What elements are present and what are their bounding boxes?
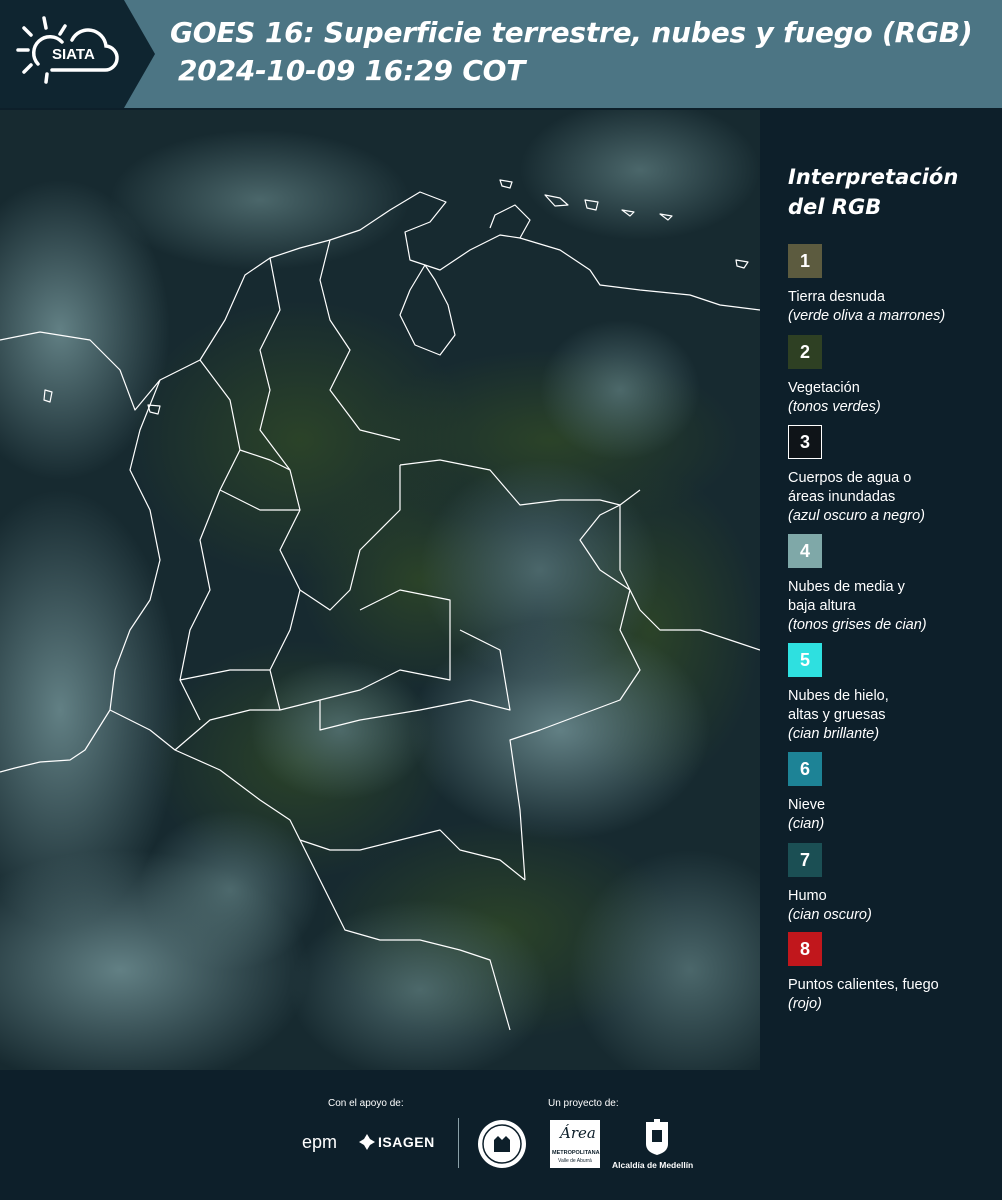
- legend-item-smoke: 7 Humo (cian oscuro): [788, 843, 998, 925]
- title-line-1: GOES 16: Superficie terrestre, nubes y f…: [170, 16, 973, 49]
- legend-label: Cuerpos de agua o áreas inundadas: [788, 470, 912, 505]
- area-logo-text: Área: [560, 1124, 596, 1142]
- legend-note: (tonos verdes): [788, 399, 881, 415]
- legend-item-snow: 6 Nieve (cian): [788, 752, 998, 834]
- legend-item-water: 3 Cuerpos de agua o áreas inundadas (azu…: [788, 425, 998, 526]
- university-seal-icon: [478, 1120, 526, 1168]
- legend-item-ice-clouds: 5 Nubes de hielo, altas y gruesas (cian …: [788, 643, 998, 744]
- medellin-crest-icon: [646, 1119, 668, 1155]
- legend-label: Nubes de hielo, altas y gruesas: [788, 688, 889, 723]
- legend-swatch: 7: [788, 843, 822, 877]
- isagen-logo: ISAGEN: [378, 1134, 435, 1150]
- legend-label: Humo: [788, 888, 827, 904]
- legend-label: Vegetación: [788, 380, 860, 396]
- legend-note: (tonos grises de cian): [788, 617, 927, 633]
- area-logo-sub2: Valle de Aburrá: [558, 1158, 592, 1164]
- header-bar: SIATA GOES 16: Superficie terrestre, nub…: [0, 0, 1002, 108]
- support-caption: Con el apoyo de:: [328, 1098, 404, 1109]
- legend-panel: Interpretación del RGB 1 Tierra desnuda …: [762, 110, 1002, 1070]
- project-caption: Un proyecto de:: [548, 1098, 619, 1109]
- legend-swatch: 2: [788, 335, 822, 369]
- siata-logo: SIATA: [16, 14, 126, 94]
- legend-note: (cian brillante): [788, 726, 880, 742]
- legend-swatch: 5: [788, 643, 822, 677]
- alcaldia-logo-text: Alcaldía de Medellín: [612, 1160, 694, 1170]
- legend-label: Tierra desnuda: [788, 289, 885, 305]
- footer-divider: [458, 1118, 459, 1168]
- satellite-map[interactable]: [0, 110, 760, 1070]
- legend-item-bare-soil: 1 Tierra desnuda (verde oliva a marrones…: [788, 244, 998, 326]
- legend-note: (rojo): [788, 996, 822, 1012]
- legend-note: (cian): [788, 816, 825, 832]
- legend-swatch: 4: [788, 534, 822, 568]
- legend-swatch: 1: [788, 244, 822, 278]
- epm-logo: epm: [302, 1132, 338, 1152]
- legend-label: Nubes de media y baja altura: [788, 579, 905, 614]
- satellite-image: [0, 110, 760, 1070]
- legend-swatch: 3: [788, 425, 822, 459]
- siata-logo-text: SIATA: [52, 46, 95, 63]
- title-line-2: 2024-10-09 16:29 COT: [178, 54, 526, 87]
- legend-note: (azul oscuro a negro): [788, 508, 926, 524]
- page-title: GOES 16: Superficie terrestre, nubes y f…: [170, 14, 1000, 90]
- legend-note: (cian oscuro): [788, 907, 872, 923]
- area-metropolitana-logo: Área METROPOLITANA Valle de Aburrá: [550, 1120, 600, 1168]
- legend-title: Interpretación del RGB: [788, 165, 959, 219]
- legend-note: (verde oliva a marrones): [788, 308, 946, 324]
- legend-item-fire: 8 Puntos calientes, fuego (rojo): [788, 932, 998, 1014]
- legend-item-vegetation: 2 Vegetación (tonos verdes): [788, 335, 998, 417]
- legend-item-mid-low-clouds: 4 Nubes de media y baja altura (tonos gr…: [788, 534, 998, 635]
- legend-label: Puntos calientes, fuego: [788, 977, 939, 993]
- legend-label: Nieve: [788, 797, 826, 813]
- isagen-icon: [359, 1134, 375, 1150]
- area-logo-sub: METROPOLITANA: [552, 1150, 600, 1156]
- legend-swatch: 8: [788, 932, 822, 966]
- footer: Con el apoyo de: Un proyecto de: epm ISA…: [0, 1070, 1002, 1200]
- legend-swatch: 6: [788, 752, 822, 786]
